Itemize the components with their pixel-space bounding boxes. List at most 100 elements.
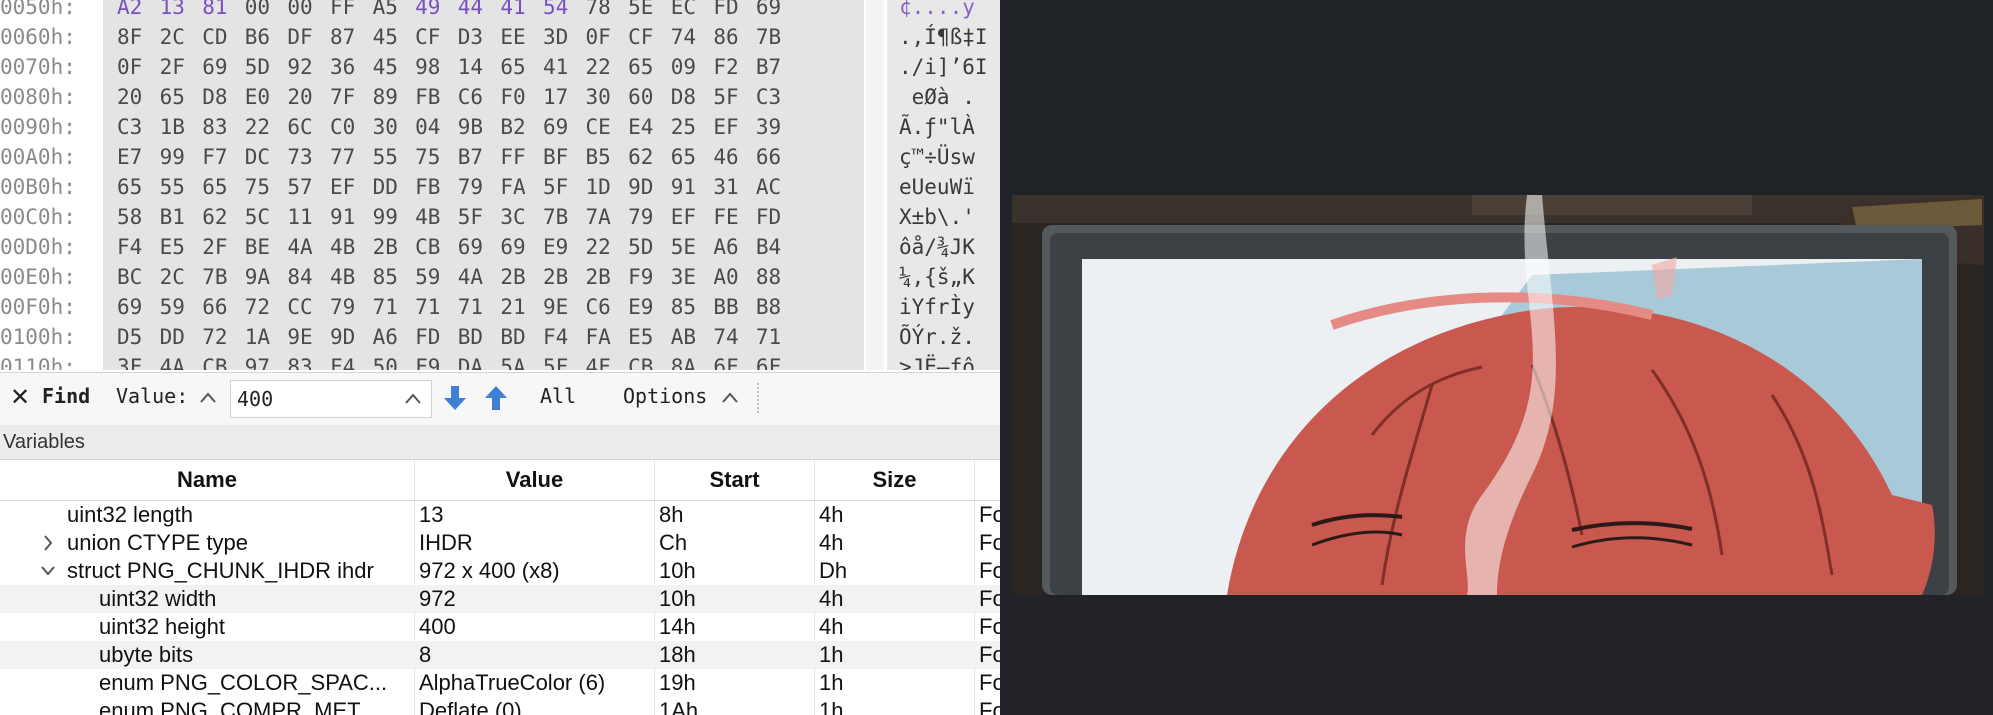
hex-byte[interactable]: 22 <box>586 232 629 262</box>
hex-byte[interactable]: 4A <box>160 352 203 370</box>
hex-byte[interactable]: F7 <box>202 142 245 172</box>
hex-byte[interactable]: 5F <box>713 82 756 112</box>
hex-bytes[interactable]: E7 99 F7 DC 73 77 55 75 B7 FF BF B5 62 65 46 66 <box>117 142 799 172</box>
hex-byte[interactable]: DD <box>373 172 416 202</box>
hex-byte[interactable]: C6 <box>586 292 629 322</box>
hex-byte[interactable]: 11 <box>287 202 330 232</box>
hex-byte[interactable]: 77 <box>330 142 373 172</box>
history-chevron-icon[interactable] <box>403 385 423 413</box>
hex-byte[interactable]: 65 <box>628 52 671 82</box>
hex-byte[interactable]: C6 <box>458 82 501 112</box>
hex-byte[interactable]: FD <box>415 322 458 352</box>
hex-byte[interactable]: 0F <box>117 52 160 82</box>
hex-byte[interactable]: 65 <box>500 52 543 82</box>
hex-byte[interactable]: CB <box>202 352 245 370</box>
hex-byte[interactable]: 59 <box>415 262 458 292</box>
hex-bytes[interactable]: 8F 2C CD B6 DF 87 45 CF D3 EE 3D 0F CF 74 86 7B <box>117 22 799 52</box>
hex-byte[interactable]: BF <box>543 142 586 172</box>
column-header-size[interactable]: Size <box>815 460 975 500</box>
hex-byte[interactable]: 30 <box>373 112 416 142</box>
hex-byte[interactable]: BD <box>500 322 543 352</box>
hex-byte[interactable]: FA <box>500 172 543 202</box>
hex-byte[interactable]: C0 <box>330 112 373 142</box>
hex-byte[interactable]: 49 <box>415 0 458 22</box>
hex-byte[interactable]: 4A <box>287 232 330 262</box>
hex-byte[interactable]: 69 <box>543 112 586 142</box>
hex-byte[interactable]: 44 <box>458 0 501 22</box>
hex-byte[interactable]: 9A <box>245 262 288 292</box>
hex-byte[interactable]: A2 <box>117 0 160 22</box>
hex-byte[interactable]: 66 <box>756 142 799 172</box>
hex-byte[interactable]: 79 <box>628 202 671 232</box>
hex-byte[interactable]: 6F <box>756 352 799 370</box>
hex-byte[interactable]: 65 <box>160 82 203 112</box>
hex-byte[interactable]: 72 <box>245 292 288 322</box>
variable-row[interactable]: enum PNG_COMPR_MET... Deflate (0) 1Ah 1h Fo <box>0 697 1000 715</box>
hex-byte[interactable]: 9E <box>543 292 586 322</box>
hex-byte[interactable]: 39 <box>756 112 799 142</box>
hex-byte[interactable]: 25 <box>671 112 714 142</box>
hex-byte[interactable]: 3C <box>500 202 543 232</box>
hex-byte[interactable]: 5D <box>245 52 288 82</box>
hex-byte[interactable]: D8 <box>202 82 245 112</box>
find-next-arrow-icon[interactable] <box>441 383 469 413</box>
hex-byte[interactable]: 55 <box>373 142 416 172</box>
hex-byte[interactable]: 04 <box>415 112 458 142</box>
hex-byte[interactable]: 85 <box>373 262 416 292</box>
hex-byte[interactable]: 7B <box>202 262 245 292</box>
ascii-text[interactable]: ./i]’6I <box>899 52 988 82</box>
hex-byte[interactable]: 9D <box>628 172 671 202</box>
ascii-text[interactable]: X±b\.' <box>899 202 975 232</box>
hex-byte[interactable]: AB <box>671 322 714 352</box>
hex-byte[interactable]: DA <box>458 352 501 370</box>
hex-byte[interactable]: 92 <box>287 52 330 82</box>
hex-byte[interactable]: FE <box>713 202 756 232</box>
column-header-name[interactable]: Name <box>0 460 415 500</box>
chevron-down-icon[interactable] <box>38 557 58 585</box>
hex-byte[interactable]: E4 <box>628 112 671 142</box>
hex-byte[interactable]: 58 <box>117 202 160 232</box>
hex-byte[interactable]: B7 <box>756 52 799 82</box>
hex-byte[interactable]: 74 <box>713 322 756 352</box>
ascii-text[interactable]: >JË—fô <box>899 352 975 370</box>
hex-byte[interactable]: CC <box>287 292 330 322</box>
find-options-button[interactable]: Options <box>623 384 707 408</box>
anime-image[interactable] <box>1012 195 1984 595</box>
hex-byte[interactable]: E5 <box>160 232 203 262</box>
hex-byte[interactable]: 69 <box>202 52 245 82</box>
hex-byte[interactable]: 6F <box>713 352 756 370</box>
hex-byte[interactable]: 65 <box>117 172 160 202</box>
hex-byte[interactable]: 2B <box>543 262 586 292</box>
hex-byte[interactable]: F0 <box>500 82 543 112</box>
hex-byte[interactable]: 7A <box>586 202 629 232</box>
hex-bytes[interactable]: D5 DD 72 1A 9E 9D A6 FD BD BD F4 FA E5 AB 74 71 <box>117 322 799 352</box>
hex-byte[interactable]: F4 <box>543 322 586 352</box>
hex-byte[interactable]: 55 <box>160 172 203 202</box>
hex-byte[interactable]: FF <box>500 142 543 172</box>
hex-byte[interactable]: 71 <box>415 292 458 322</box>
hex-byte[interactable]: 09 <box>671 52 714 82</box>
hex-byte[interactable]: 9D <box>330 322 373 352</box>
hex-byte[interactable]: B5 <box>586 142 629 172</box>
hex-byte[interactable]: 36 <box>330 52 373 82</box>
hex-byte[interactable]: 5E <box>671 232 714 262</box>
hex-byte[interactable]: F9 <box>415 352 458 370</box>
hex-byte[interactable]: F4 <box>117 232 160 262</box>
hex-byte[interactable]: B7 <box>458 142 501 172</box>
hex-byte[interactable]: 59 <box>160 292 203 322</box>
hex-byte[interactable]: A6 <box>713 232 756 262</box>
ascii-text[interactable]: Ã.ƒ"lÀ <box>899 112 975 142</box>
hex-byte[interactable]: 75 <box>245 172 288 202</box>
hex-byte[interactable]: 79 <box>458 172 501 202</box>
hex-byte[interactable]: FB <box>415 82 458 112</box>
ascii-text[interactable]: iYfrÌy <box>899 292 975 322</box>
hex-byte[interactable]: 1D <box>586 172 629 202</box>
ascii-text[interactable]: .,Í¶ß‡I <box>899 22 988 52</box>
variable-row[interactable]: enum PNG_COLOR_SPAC... AlphaTrueColor (6)… <box>0 669 1000 697</box>
hex-byte[interactable]: 88 <box>756 262 799 292</box>
hex-byte[interactable]: 54 <box>543 0 586 22</box>
hex-byte[interactable]: BB <box>713 292 756 322</box>
hex-byte[interactable]: EF <box>671 202 714 232</box>
hex-bytes[interactable]: 3F 4A CB 97 83 F4 50 F9 DA 5A 5F 4F CB 8A 6F 6F <box>117 352 799 370</box>
hex-byte[interactable]: 57 <box>287 172 330 202</box>
